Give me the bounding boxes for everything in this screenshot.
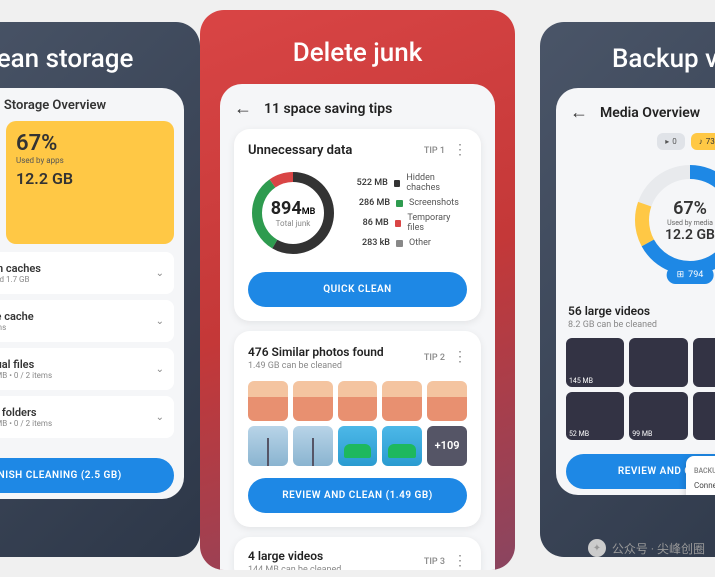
more-icon[interactable]: ⋮ <box>453 559 467 565</box>
quick-clean-button[interactable]: QUICK CLEAN <box>248 272 467 307</box>
video-thumb[interactable]: 52 MB <box>566 392 624 441</box>
watermark: ✦ 公众号 · 尖峰创圈 <box>588 539 705 557</box>
card-large-videos: 4 large videos 144 MB can be cleaned TIP… <box>234 537 481 570</box>
card-unnecessary-data: Unnecessary data TIP 1 ⋮ 894MB <box>234 129 481 321</box>
tab-videos[interactable]: ▸0 <box>657 133 685 150</box>
photos-pill[interactable]: ⊞794 <box>667 266 714 284</box>
video-thumb[interactable] <box>693 392 715 441</box>
review-clean-button[interactable]: REVIEW AND CLEAN (1.49 GB) <box>248 478 467 513</box>
video-thumb[interactable] <box>629 338 687 387</box>
panel-title: clean storage <box>0 22 200 88</box>
video-thumb[interactable]: 99 MB <box>629 392 687 441</box>
phone-screen: Storage Overview 82 Installed 6 System 6… <box>0 88 184 499</box>
backup-popup: BACKUP AND DELETE ORIGINAL Connect to Cl… <box>686 456 715 495</box>
more-icon[interactable]: ⋮ <box>453 148 467 154</box>
tab-audio[interactable]: ♪73 <box>691 133 715 150</box>
chevron-down-icon: ⌄ <box>156 268 164 279</box>
list-item[interactable]: Residual files0 / 535 MB • 0 / 2 items⌄ <box>0 348 174 390</box>
screen-title: 11 space saving tips <box>264 101 392 117</box>
junk-donut-chart: 894MB Total junk <box>248 168 338 258</box>
card-title: Unnecessary data <box>248 143 352 158</box>
popup-option[interactable]: Just delete <box>694 493 715 495</box>
panel-title: Backup video <box>540 22 715 88</box>
popup-option[interactable]: Connect to Cloud <box>694 478 715 493</box>
list-item[interactable]: Hidden cachesEstimated 1.7 GB⌄ <box>0 252 174 294</box>
stat-used[interactable]: 67% Used by apps 12.2 GB <box>6 121 174 244</box>
legend: 522 MBHidden chaches 286 MBScreenshots 8… <box>352 173 467 253</box>
grid-icon: ⊞ <box>677 270 685 280</box>
panel-title: Delete junk <box>200 10 515 84</box>
tip-badge: TIP 3 <box>424 557 445 567</box>
video-icon: ▸ <box>665 137 669 146</box>
card-title: 4 large videos <box>248 549 341 563</box>
back-icon[interactable]: ← <box>570 102 588 123</box>
photo-thumb[interactable] <box>338 426 378 466</box>
photo-thumb[interactable] <box>248 426 288 466</box>
tip-badge: TIP 2 <box>424 353 445 363</box>
wechat-icon: ✦ <box>588 539 606 557</box>
back-icon[interactable]: ← <box>234 98 252 119</box>
photo-thumb[interactable] <box>338 381 378 421</box>
panel-delete-junk: Delete junk ← 11 space saving tips Unnec… <box>200 10 515 570</box>
card-similar-photos: 476 Similar photos found 1.49 GB can be … <box>234 331 481 527</box>
more-photos-button[interactable]: +109 <box>427 426 467 466</box>
media-ring-chart: 67% Used by media 12.2 GB ⊞794 <box>630 160 715 280</box>
list-item[interactable]: Empty folders0 / 535 MB • 0 / 2 items⌄ <box>0 396 174 438</box>
audio-icon: ♪ <box>699 137 703 146</box>
video-thumb[interactable]: 145 MB <box>566 338 624 387</box>
cleanup-list: Hidden cachesEstimated 1.7 GB⌄ Visible c… <box>0 244 184 452</box>
video-grid: 145 MB +249 52 MB 99 MB <box>556 330 715 448</box>
list-item[interactable]: Visible cache0 / 2 items⌄ <box>0 300 174 342</box>
panel-clean-storage: clean storage Storage Overview 82 Instal… <box>0 22 200 557</box>
screen-title: Media Overview <box>600 105 700 121</box>
photo-thumb[interactable] <box>293 381 333 421</box>
phone-screen: ← 11 space saving tips Unnecessary data … <box>220 84 495 570</box>
photo-thumb[interactable] <box>248 381 288 421</box>
phone-screen: ← Media Overview ▸0 ♪73 67% Used by medi… <box>556 88 715 495</box>
video-thumb[interactable] <box>693 338 715 387</box>
panel-backup-video: Backup video ← Media Overview ▸0 ♪73 67%… <box>540 22 715 557</box>
photo-grid: +109 <box>248 381 467 466</box>
more-icon[interactable]: ⋮ <box>453 355 467 361</box>
finish-cleaning-button[interactable]: FINISH CLEANING (2.5 GB) <box>0 458 174 493</box>
photo-thumb[interactable] <box>382 426 422 466</box>
card-title: 476 Similar photos found <box>248 345 384 359</box>
photo-thumb[interactable] <box>382 381 422 421</box>
chevron-down-icon: ⌄ <box>156 412 164 423</box>
photo-thumb[interactable] <box>293 426 333 466</box>
photo-thumb[interactable] <box>427 381 467 421</box>
section-title: 56 large videos <box>568 304 715 318</box>
chevron-down-icon: ⌄ <box>156 364 164 375</box>
storage-overview-title: Storage Overview <box>0 88 184 121</box>
chevron-down-icon: ⌄ <box>156 316 164 327</box>
tip-badge: TIP 1 <box>424 146 445 156</box>
